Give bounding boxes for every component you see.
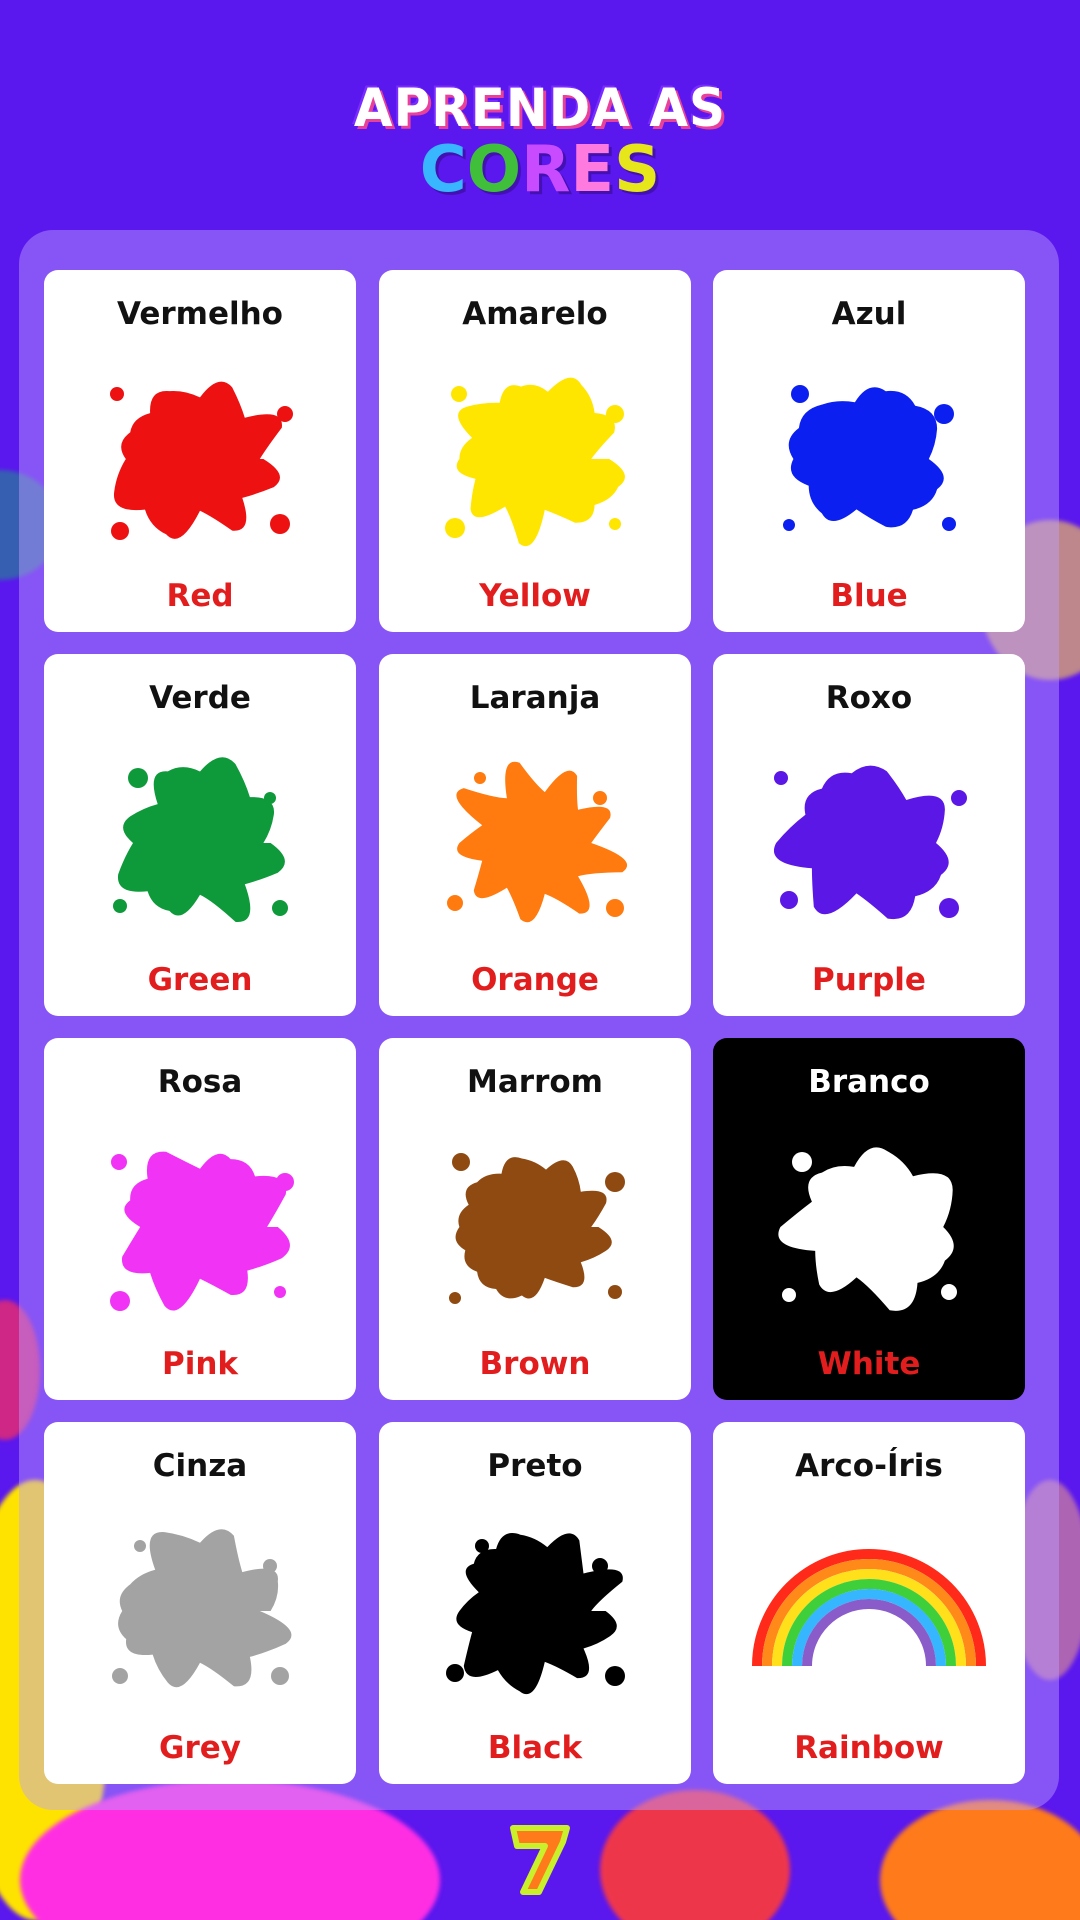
- title-letter: E: [570, 133, 615, 207]
- grey-paint-splat-icon: [80, 1506, 320, 1716]
- english-color-name: White: [817, 1346, 921, 1382]
- portuguese-color-name: Rosa: [157, 1064, 243, 1100]
- english-color-name: Brown: [479, 1346, 591, 1382]
- portuguese-color-name: Preto: [487, 1448, 583, 1484]
- portuguese-color-name: Azul: [831, 296, 907, 332]
- brown-paint-splat-icon: [415, 1122, 655, 1332]
- color-card-white[interactable]: Branco White: [713, 1038, 1025, 1400]
- portuguese-color-name: Amarelo: [462, 296, 608, 332]
- english-color-name: Blue: [830, 578, 908, 614]
- english-color-name: Grey: [159, 1730, 241, 1766]
- english-color-name: Yellow: [479, 578, 591, 614]
- title-letter: C: [419, 133, 467, 207]
- english-color-name: Orange: [471, 962, 599, 998]
- portuguese-color-name: Verde: [149, 680, 251, 716]
- title-letter: O: [466, 133, 522, 207]
- portuguese-color-name: Marrom: [467, 1064, 603, 1100]
- orange-paint-splat-icon: [415, 738, 655, 948]
- red-paint-splat-icon: [80, 354, 320, 564]
- color-card-red[interactable]: Vermelho Red: [44, 270, 356, 632]
- yellow-paint-splat-icon: [415, 354, 655, 564]
- english-color-name: Pink: [161, 1346, 239, 1382]
- color-card-black[interactable]: Preto Black: [379, 1422, 691, 1784]
- page-title: APRENDA AS CORES: [0, 78, 1080, 202]
- color-card-rainbow[interactable]: Arco-Íris Rainbow: [713, 1422, 1025, 1784]
- portuguese-color-name: Arco-Íris: [795, 1448, 943, 1484]
- white-paint-splat-icon: [749, 1122, 989, 1332]
- color-card-yellow[interactable]: Amarelo Yellow: [379, 270, 691, 632]
- rainbow-icon: [749, 1506, 989, 1716]
- english-color-name: Black: [487, 1730, 583, 1766]
- portuguese-color-name: Cinza: [152, 1448, 248, 1484]
- color-card-pink[interactable]: Rosa Pink: [44, 1038, 356, 1400]
- purple-paint-splat-icon: [749, 738, 989, 948]
- number-seven-logo-icon: [510, 1825, 570, 1895]
- portuguese-color-name: Laranja: [469, 680, 601, 716]
- portuguese-color-name: Vermelho: [117, 296, 283, 332]
- english-color-name: Purple: [812, 962, 926, 998]
- color-card-brown[interactable]: Marrom Brown: [379, 1038, 691, 1400]
- color-card-green[interactable]: Verde Green: [44, 654, 356, 1016]
- color-card-purple[interactable]: Roxo Purple: [713, 654, 1025, 1016]
- portuguese-color-name: Branco: [808, 1064, 930, 1100]
- title-letter: R: [521, 133, 571, 207]
- black-paint-splat-icon: [415, 1506, 655, 1716]
- pink-paint-splat-icon: [80, 1122, 320, 1332]
- color-card-blue[interactable]: Azul Blue: [713, 270, 1025, 632]
- portuguese-color-name: Roxo: [825, 680, 913, 716]
- blue-paint-splat-icon: [749, 354, 989, 564]
- title-letter: S: [614, 133, 661, 207]
- title-line-2: CORES: [0, 138, 1080, 202]
- english-color-name: Green: [147, 962, 253, 998]
- english-color-name: Rainbow: [794, 1730, 944, 1766]
- color-card-orange[interactable]: Laranja Orange: [379, 654, 691, 1016]
- green-paint-splat-icon: [80, 738, 320, 948]
- title-line-1: APRENDA AS: [353, 77, 727, 139]
- english-color-name: Red: [166, 578, 234, 614]
- color-card-grey[interactable]: Cinza Grey: [44, 1422, 356, 1784]
